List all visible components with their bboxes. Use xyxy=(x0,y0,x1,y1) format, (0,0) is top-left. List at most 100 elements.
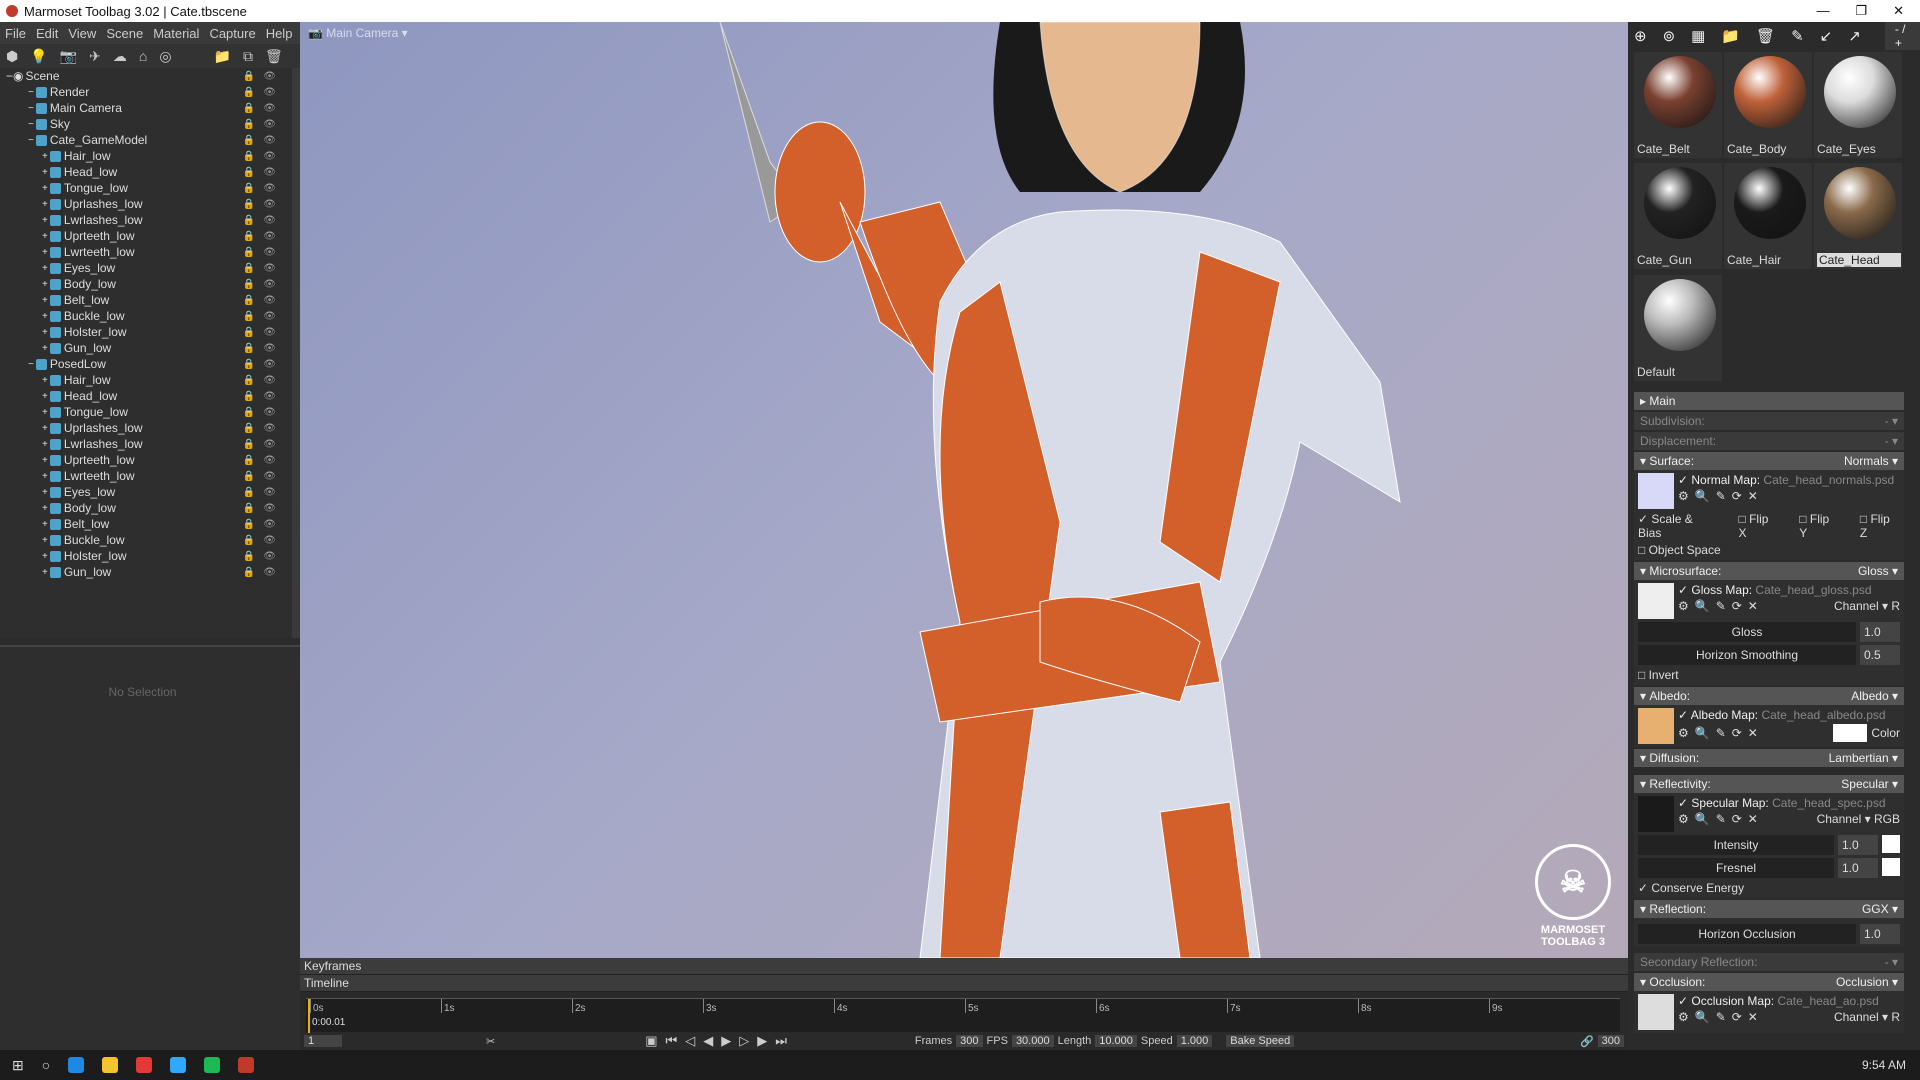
lock-visibility-icons[interactable]: 🔒👁 xyxy=(243,407,284,418)
tree-item[interactable]: − Sky 🔒👁 xyxy=(0,116,292,132)
occlusion-map-thumb[interactable] xyxy=(1638,994,1674,1030)
lock-visibility-icons[interactable]: 🔒👁 xyxy=(243,503,284,514)
length-field[interactable]: 10.000 xyxy=(1095,1035,1137,1047)
lock-visibility-icons[interactable]: 🔒👁 xyxy=(243,167,284,178)
spotify-icon[interactable] xyxy=(204,1057,221,1073)
lock-visibility-icons[interactable]: 🔒👁 xyxy=(243,343,284,354)
expand-icon[interactable]: + xyxy=(42,551,48,562)
add-turntable-icon[interactable]: ◎ xyxy=(159,48,171,65)
lock-visibility-icons[interactable]: 🔒👁 xyxy=(243,71,284,82)
tree-item[interactable]: + Uprlashes_low 🔒👁 xyxy=(0,420,292,436)
tree-item[interactable]: + Eyes_low 🔒👁 xyxy=(0,484,292,500)
expand-icon[interactable]: + xyxy=(42,423,48,434)
collapse-icon[interactable]: − xyxy=(6,69,13,83)
tree-item[interactable]: + Tongue_low 🔒👁 xyxy=(0,404,292,420)
expand-icon[interactable]: + xyxy=(42,183,48,194)
section-occlusion[interactable]: ▾ Occlusion: Occlusion ▾ xyxy=(1634,973,1904,991)
menu-capture[interactable]: Capture xyxy=(209,26,255,41)
menu-file[interactable]: File xyxy=(5,26,26,41)
expand-icon[interactable]: + xyxy=(42,375,48,386)
horizon-occlusion-slider[interactable]: Horizon Occlusion 1.0 xyxy=(1638,924,1900,944)
tree-item[interactable]: + Head_low 🔒👁 xyxy=(0,388,292,404)
expand-icon[interactable]: + xyxy=(42,343,48,354)
section-main[interactable]: ▸ Main xyxy=(1634,392,1904,410)
3d-viewport[interactable]: 📷 Main Camera ▾ ☠ MARMOSET TOOLBAG 3 xyxy=(300,22,1628,958)
tree-item[interactable]: + Body_low 🔒👁 xyxy=(0,276,292,292)
menu-edit[interactable]: Edit xyxy=(36,26,58,41)
bake-speed-button[interactable]: Bake Speed xyxy=(1226,1035,1295,1047)
transport-buttons[interactable]: ▣⏮◁◀▶▷▶⏭ xyxy=(645,1033,795,1049)
specular-channel-dropdown[interactable]: Channel ▾ RGB xyxy=(1817,812,1900,826)
checker-icon[interactable]: ▦ xyxy=(1691,27,1705,45)
expand-icon[interactable]: + xyxy=(42,327,48,338)
specular-map-thumb[interactable] xyxy=(1638,796,1674,832)
keyframes-bar[interactable]: Keyframes xyxy=(300,958,1628,975)
lock-visibility-icons[interactable]: 🔒👁 xyxy=(243,567,284,578)
add-material-icon[interactable]: ⊕ xyxy=(1634,27,1647,45)
chrome-icon[interactable] xyxy=(136,1057,153,1073)
edge-icon[interactable] xyxy=(68,1057,85,1073)
tree-item[interactable]: + Holster_low 🔒👁 xyxy=(0,324,292,340)
flip-y-checkbox[interactable]: □ Flip Y xyxy=(1799,512,1840,540)
scissors-icon[interactable]: ✂ xyxy=(486,1035,495,1048)
material-swatch[interactable]: Cate_Hair xyxy=(1724,163,1812,270)
link-icon[interactable]: 🔗 xyxy=(1580,1035,1594,1048)
section-reflectivity[interactable]: ▾ Reflectivity: Specular ▾ xyxy=(1634,775,1904,793)
invert-checkbox[interactable]: □ Invert xyxy=(1638,668,1900,682)
subdivision-dropdown[interactable]: Subdivision: - ▾ xyxy=(1634,412,1904,430)
expand-icon[interactable]: + xyxy=(42,215,48,226)
lock-visibility-icons[interactable]: 🔒👁 xyxy=(243,327,284,338)
intensity-slider[interactable]: Intensity 1.0 xyxy=(1638,835,1900,855)
section-albedo[interactable]: ▾ Albedo: Albedo ▾ xyxy=(1634,687,1904,705)
clock[interactable]: 9:54 AM xyxy=(1862,1058,1920,1072)
tree-item[interactable]: + Tongue_low 🔒👁 xyxy=(0,180,292,196)
tree-item[interactable]: − Cate_GameModel 🔒👁 xyxy=(0,132,292,148)
start-icon[interactable]: ⊞ xyxy=(12,1057,24,1074)
explorer-icon[interactable] xyxy=(102,1057,119,1073)
lock-visibility-icons[interactable]: 🔒👁 xyxy=(243,295,284,306)
lock-visibility-icons[interactable]: 🔒👁 xyxy=(243,119,284,130)
tree-item[interactable]: + Uprteeth_low 🔒👁 xyxy=(0,452,292,468)
delete-material-icon[interactable]: 🗑 xyxy=(1756,27,1775,45)
conserve-energy-checkbox[interactable]: ✓ Conserve Energy xyxy=(1638,881,1900,895)
expand-icon[interactable]: + xyxy=(42,487,48,498)
section-microsurface[interactable]: ▾ Microsurface: Gloss ▾ xyxy=(1634,562,1904,580)
material-swatch[interactable]: Cate_Eyes xyxy=(1814,52,1902,158)
expand-icon[interactable]: + xyxy=(42,295,48,306)
lock-visibility-icons[interactable]: 🔒👁 xyxy=(243,199,284,210)
lock-visibility-icons[interactable]: 🔒👁 xyxy=(243,423,284,434)
expand-icon[interactable]: + xyxy=(42,455,48,466)
expand-icon[interactable]: + xyxy=(42,311,48,322)
expand-icon[interactable]: + xyxy=(42,439,48,450)
expand-icon[interactable]: + xyxy=(42,151,48,162)
menu-help[interactable]: Help xyxy=(266,26,293,41)
frames-field[interactable]: 300 xyxy=(956,1035,983,1047)
marmoset-taskbar-icon[interactable] xyxy=(238,1057,255,1073)
open-folder-icon[interactable]: 📁 xyxy=(214,48,231,65)
normal-map-thumb[interactable] xyxy=(1638,473,1674,509)
tree-item[interactable]: − Main Camera 🔒👁 xyxy=(0,100,292,116)
tree-item[interactable]: + Lwrlashes_low 🔒👁 xyxy=(0,436,292,452)
page-stepper[interactable]: - / + xyxy=(1884,22,1920,50)
expand-icon[interactable]: + xyxy=(42,247,48,258)
scale-bias-checkbox[interactable]: ✓ Scale & Bias xyxy=(1638,512,1718,540)
timeline-ruler[interactable]: 0:00.01 0s 1s 2s 3s 4s 5s 6s 7s 8s 9s xyxy=(306,998,1620,1033)
gloss-map-thumb[interactable] xyxy=(1638,583,1674,619)
tree-item-scene[interactable]: − ◉ Scene 🔒👁 xyxy=(0,68,292,84)
tree-item[interactable]: + Belt_low 🔒👁 xyxy=(0,516,292,532)
tree-item[interactable]: + Holster_low 🔒👁 xyxy=(0,548,292,564)
lock-visibility-icons[interactable]: 🔒👁 xyxy=(243,215,284,226)
lock-visibility-icons[interactable]: 🔒👁 xyxy=(243,135,284,146)
expand-icon[interactable]: + xyxy=(42,407,48,418)
lock-visibility-icons[interactable]: 🔒👁 xyxy=(243,183,284,194)
lock-visibility-icons[interactable]: 🔒👁 xyxy=(243,487,284,498)
speed-field[interactable]: 1.000 xyxy=(1176,1035,1213,1047)
tree-scrollbar[interactable] xyxy=(292,68,300,638)
lock-visibility-icons[interactable]: 🔒👁 xyxy=(243,391,284,402)
material-swatch[interactable]: Cate_Head xyxy=(1814,163,1902,270)
material-swatch[interactable]: Cate_Belt xyxy=(1634,52,1722,158)
material-swatch[interactable]: Cate_Body xyxy=(1724,52,1812,158)
end-frame-field[interactable]: 300 xyxy=(1597,1035,1624,1047)
tree-item[interactable]: + Lwrteeth_low 🔒👁 xyxy=(0,468,292,484)
add-sky-icon[interactable]: ☁ xyxy=(113,48,127,65)
